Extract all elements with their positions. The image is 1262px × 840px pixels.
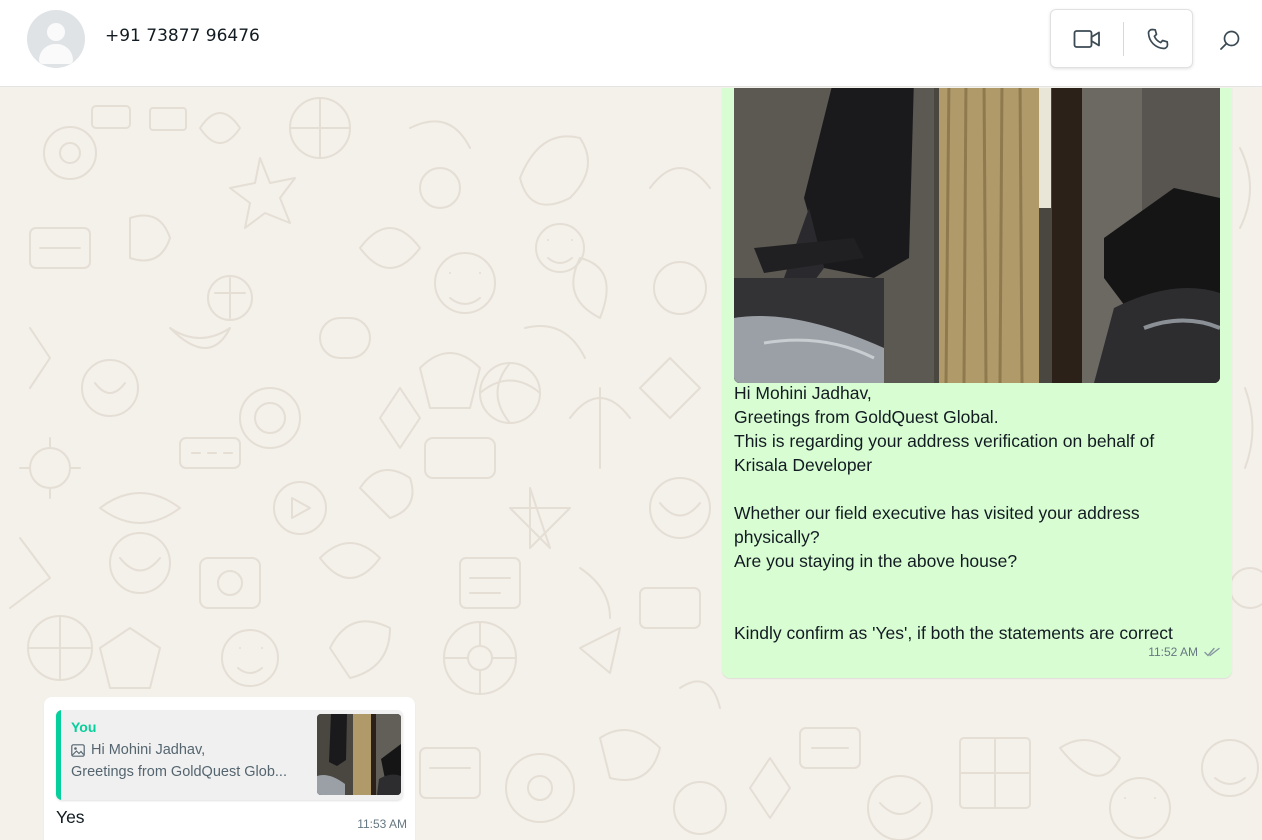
incoming-message-text: Yes [56,807,85,827]
call-divider [1123,22,1124,56]
message-line: Greetings from GoldQuest Global. [734,407,999,427]
message-line: This is regarding your address verificat… [734,431,1155,451]
quote-thumbnail-image [317,714,401,795]
call-button-group [1050,9,1193,68]
quote-text-line1: Hi Mohini Jadhav, [91,742,206,758]
quoted-message[interactable]: You Hi Mohini Jadhav, Greetings from Gol… [56,710,403,800]
contact-avatar[interactable] [27,10,85,68]
message-line [734,573,1204,597]
video-camera-icon [1073,30,1100,48]
message-photo[interactable] [734,88,1220,383]
video-call-button[interactable] [1071,24,1103,54]
message-line: Are you staying in the above house? [734,551,1018,571]
message-line: physically? [734,527,820,547]
message-time: 11:52 AM [1148,645,1198,659]
room-photo-illustration [734,88,1220,383]
message-line: Krisala Developer [734,455,873,475]
double-check-icon [1204,647,1220,657]
avatar-body-shape [39,44,73,64]
contact-name[interactable]: +91 73877 96476 [105,26,260,46]
message-line: Hi Mohini Jadhav, [734,383,872,403]
phone-icon [1147,28,1169,50]
image-icon [71,743,85,757]
message-line [734,597,1204,621]
outgoing-message[interactable]: Hi Mohini Jadhav, Greetings from GoldQue… [722,88,1232,678]
search-icon [1220,30,1240,50]
quote-accent-bar [56,710,61,800]
chat-area[interactable]: Hi Mohini Jadhav, Greetings from GoldQue… [0,88,1262,840]
message-line [734,477,1204,501]
message-line: Kindly confirm as 'Yes', if both the sta… [734,623,1173,643]
outgoing-message-meta: 11:52 AM [1148,645,1220,659]
chat-header: +91 73877 96476 [0,0,1262,87]
quote-thumbnail [317,714,401,795]
voice-call-button[interactable] [1143,24,1173,54]
avatar-head-shape [47,23,65,41]
quote-first-line: Hi Mohini Jadhav, [71,742,205,758]
message-line: Whether our field executive has visited … [734,503,1140,523]
incoming-message[interactable]: You Hi Mohini Jadhav, Greetings from Gol… [44,697,415,840]
quote-text-line2: Greetings from GoldQuest Glob... [71,764,287,780]
outgoing-message-text: Hi Mohini Jadhav, Greetings from GoldQue… [734,381,1204,645]
message-time: 11:53 AM [357,817,407,831]
search-button[interactable] [1216,26,1244,54]
quote-author: You [71,719,97,735]
